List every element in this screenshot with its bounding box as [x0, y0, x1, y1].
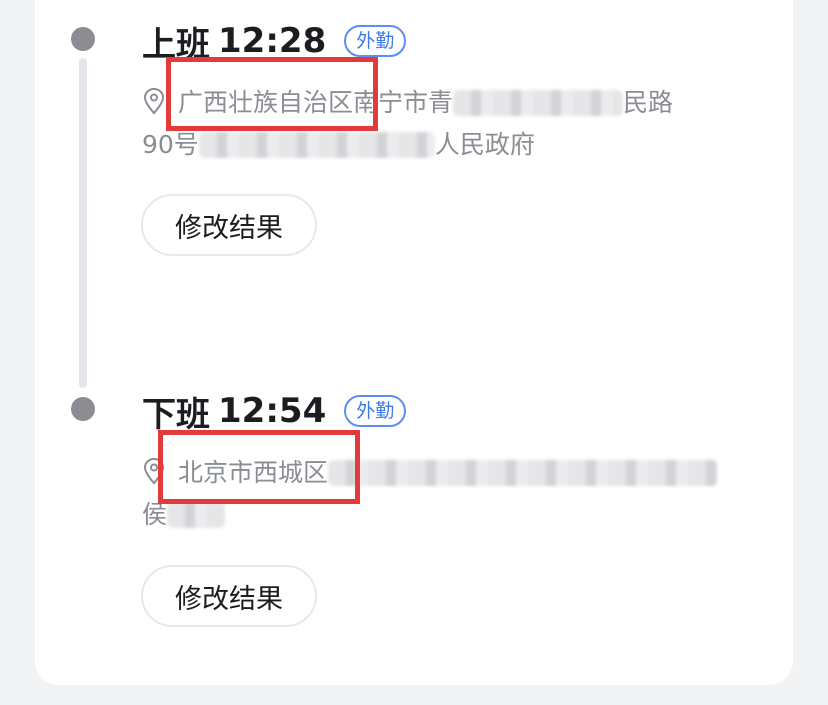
- clock-out-title: 下班 12:54 外勤: [142, 388, 742, 435]
- timeline-dot-clock-out: [71, 397, 95, 421]
- address-tail-text: 民路: [623, 88, 674, 117]
- punch-time: 12:54: [218, 391, 327, 431]
- field-work-badge: 外勤: [344, 395, 407, 427]
- address-line2-start: 侯: [142, 500, 168, 529]
- edit-result-button[interactable]: 修改结果: [141, 565, 317, 627]
- timeline-line: [79, 58, 87, 388]
- punch-time: 12:28: [218, 21, 327, 61]
- address-line2-start: 90号: [142, 130, 199, 159]
- highlight-box-city: [158, 430, 360, 504]
- field-work-badge: 外勤: [344, 25, 407, 57]
- redacted-address-line2: [167, 502, 226, 528]
- redacted-address-line2: [198, 132, 435, 158]
- location-pin-icon: [143, 87, 165, 115]
- redacted-address: [328, 460, 719, 486]
- redacted-address: [453, 90, 624, 116]
- punch-type-label: 下班: [142, 394, 210, 435]
- address-line2-end: 人民政府: [434, 130, 535, 159]
- timeline-dot-clock-in: [71, 27, 95, 51]
- edit-result-button[interactable]: 修改结果: [141, 194, 317, 256]
- highlight-box-province: [166, 57, 378, 131]
